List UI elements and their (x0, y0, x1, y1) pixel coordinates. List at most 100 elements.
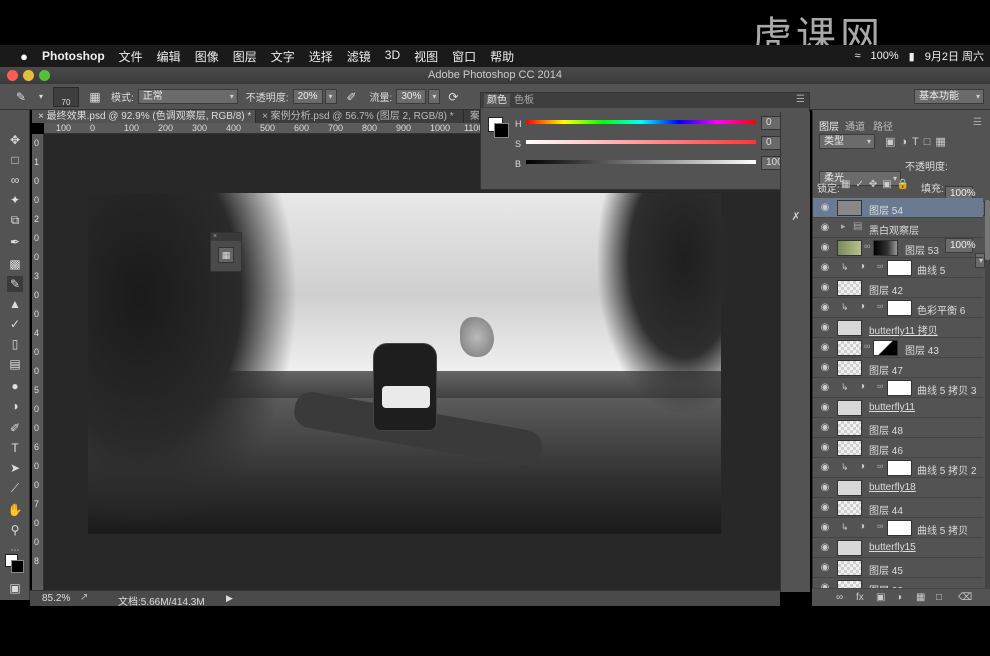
dodge-tool-icon[interactable]: ◑ (7, 398, 23, 414)
visibility-eye-icon[interactable]: ◉ (819, 242, 831, 254)
layer-mask-thumbnail[interactable] (873, 340, 898, 356)
visibility-eye-icon[interactable]: ◉ (819, 222, 831, 234)
layer-row[interactable]: ◉↳图层 44 (813, 498, 983, 518)
link-icon[interactable]: ∞ (877, 381, 883, 391)
apple-icon[interactable]: ● (14, 49, 34, 64)
visibility-eye-icon[interactable]: ◉ (819, 262, 831, 274)
visibility-eye-icon[interactable]: ◉ (819, 462, 831, 474)
layer-thumbnail[interactable] (837, 240, 862, 256)
tools-options-icon[interactable]: ✗ (788, 210, 804, 226)
healing-tool-icon[interactable]: ▩ (7, 256, 23, 272)
tab-layers[interactable]: 图层 (819, 118, 839, 133)
visibility-eye-icon[interactable]: ◉ (819, 542, 831, 554)
add-mask-icon[interactable]: ▣ (876, 592, 885, 603)
tab-overflow[interactable]: 案 (464, 110, 480, 123)
visibility-eye-icon[interactable]: ◉ (819, 522, 831, 534)
menu-item[interactable]: 编辑 (157, 48, 181, 65)
tab-swatches[interactable]: 色板 (511, 94, 537, 107)
close-icon[interactable]: × (38, 111, 44, 122)
new-group-icon[interactable]: ▦ (916, 592, 925, 603)
menu-item[interactable]: 文件 (119, 48, 143, 65)
layer-row[interactable]: ◉ ▸ ▤ 黑白观察层 (813, 218, 983, 238)
path-select-tool-icon[interactable]: ➤ (7, 460, 23, 476)
history-brush-tool-icon[interactable]: ✓ (7, 316, 23, 332)
visibility-eye-icon[interactable]: ◉ (819, 342, 831, 354)
status-menu-arrow-icon[interactable]: ▶ (226, 593, 233, 604)
layer-thumbnail[interactable] (837, 200, 862, 216)
layer-row[interactable]: ◉ butterfly11 拷贝 (813, 318, 983, 338)
zoom-window-button[interactable] (39, 70, 50, 81)
visibility-eye-icon[interactable]: ◉ (819, 382, 831, 394)
tab-case-analysis[interactable]: × 案例分析.psd @ 56.7% (图层 2, RGB/8) * (256, 110, 464, 123)
layers-scrollbar[interactable] (985, 200, 990, 600)
visibility-eye-icon[interactable]: ◉ (819, 202, 831, 214)
hue-slider[interactable] (526, 120, 756, 124)
layer-row[interactable]: ◉ ↳ ◑ ∞ 曲线 5 拷贝 2 (813, 458, 983, 478)
layer-style-icon[interactable]: fx (856, 592, 864, 603)
quick-mask-icon[interactable]: ▣ (7, 580, 23, 596)
brush-panel-icon[interactable]: ▦ (86, 88, 104, 106)
layer-thumbnail[interactable] (837, 560, 862, 576)
visibility-eye-icon[interactable]: ◉ (819, 402, 831, 414)
layer-row[interactable]: ◉ 图层 45 (813, 558, 983, 578)
layer-row[interactable]: ◉ 图层 54 (813, 198, 983, 218)
layer-thumbnail[interactable] (837, 420, 862, 436)
stamp-tool-icon[interactable]: ▲ (7, 296, 23, 312)
link-icon[interactable]: ∞ (864, 241, 870, 251)
visibility-eye-icon[interactable]: ◉ (819, 302, 831, 314)
lock-icons[interactable]: ▦✓✥▣🔒 (841, 179, 914, 190)
brush-tool-icon[interactable]: ✎ (7, 276, 23, 292)
trash-icon[interactable]: ⌫ (958, 592, 972, 603)
type-tool-icon[interactable]: T (7, 440, 23, 456)
tab-channels[interactable]: 通道 (845, 118, 865, 133)
hand-tool-icon[interactable]: ✋ (7, 502, 23, 518)
app-menu[interactable]: Photoshop (42, 49, 105, 63)
zoom-level[interactable]: 85.2% (42, 593, 70, 604)
crop-tool-icon[interactable]: ⧉ (7, 212, 23, 228)
visibility-eye-icon[interactable]: ◉ (819, 282, 831, 294)
wifi-icon[interactable]: ≈ (854, 50, 860, 62)
eyedropper-tool-icon[interactable]: ✒ (7, 234, 23, 250)
pen-tool-icon[interactable]: ✐ (7, 420, 23, 436)
panel-menu-icon[interactable]: ☰ (796, 94, 805, 105)
layer-thumbnail[interactable] (837, 540, 862, 556)
layer-row[interactable]: ◉↳图层 46 (813, 438, 983, 458)
brush-preset-picker[interactable]: 70 (53, 86, 79, 107)
visibility-eye-icon[interactable]: ◉ (819, 502, 831, 514)
close-icon[interactable]: × (211, 233, 241, 241)
layer-mask-thumbnail[interactable] (873, 240, 898, 256)
layer-mask-thumbnail[interactable] (887, 520, 912, 536)
flow-slider-button[interactable]: ▾ (428, 89, 441, 104)
tab-final-effect[interactable]: × 最终效果.psd @ 92.9% (色调观察层, RGB/8) * (32, 110, 256, 123)
new-layer-icon[interactable]: □ (936, 592, 942, 603)
layer-row[interactable]: ◉ butterfly11 (813, 398, 983, 418)
tab-paths[interactable]: 路径 (873, 118, 893, 133)
mode-dropdown[interactable]: 正常 ▾ (137, 89, 238, 104)
link-icon[interactable]: ∞ (877, 301, 883, 311)
chevron-down-icon[interactable]: ▾ (36, 88, 46, 106)
link-icon[interactable]: ∞ (864, 341, 870, 351)
menu-item[interactable]: 3D (385, 48, 400, 65)
battery-icon[interactable]: ▮ (909, 50, 915, 63)
menu-item[interactable]: 图像 (195, 48, 219, 65)
layer-thumbnail[interactable] (837, 480, 862, 496)
move-tool-icon[interactable]: ✥ (7, 132, 23, 148)
visibility-eye-icon[interactable]: ◉ (819, 562, 831, 574)
opacity-input[interactable]: 20% (292, 89, 323, 104)
eraser-tool-icon[interactable]: ▯ (7, 336, 23, 352)
expand-arrow-icon[interactable]: ▸ (841, 221, 846, 232)
share-icon[interactable]: ↗ (80, 592, 88, 603)
layer-thumbnail[interactable] (837, 280, 862, 296)
layer-mask-thumbnail[interactable] (887, 300, 912, 316)
document-image[interactable] (88, 193, 721, 534)
adjustment-layer-icon[interactable]: ◑ (896, 592, 902, 603)
brush-tool-icon[interactable]: ✎ (12, 88, 30, 106)
minimize-window-button[interactable] (23, 70, 34, 81)
menu-item[interactable]: 帮助 (490, 48, 514, 65)
menu-item[interactable]: 选择 (309, 48, 333, 65)
layer-row[interactable]: ◉ ∞ 图层 53 (813, 238, 983, 258)
layer-filter-icons[interactable]: ▣◑T□▦ (885, 135, 985, 148)
clock-date[interactable]: 9月2日 周六 (925, 48, 984, 64)
menu-item[interactable]: 文字 (271, 48, 295, 65)
layer-thumbnail[interactable] (837, 440, 862, 456)
